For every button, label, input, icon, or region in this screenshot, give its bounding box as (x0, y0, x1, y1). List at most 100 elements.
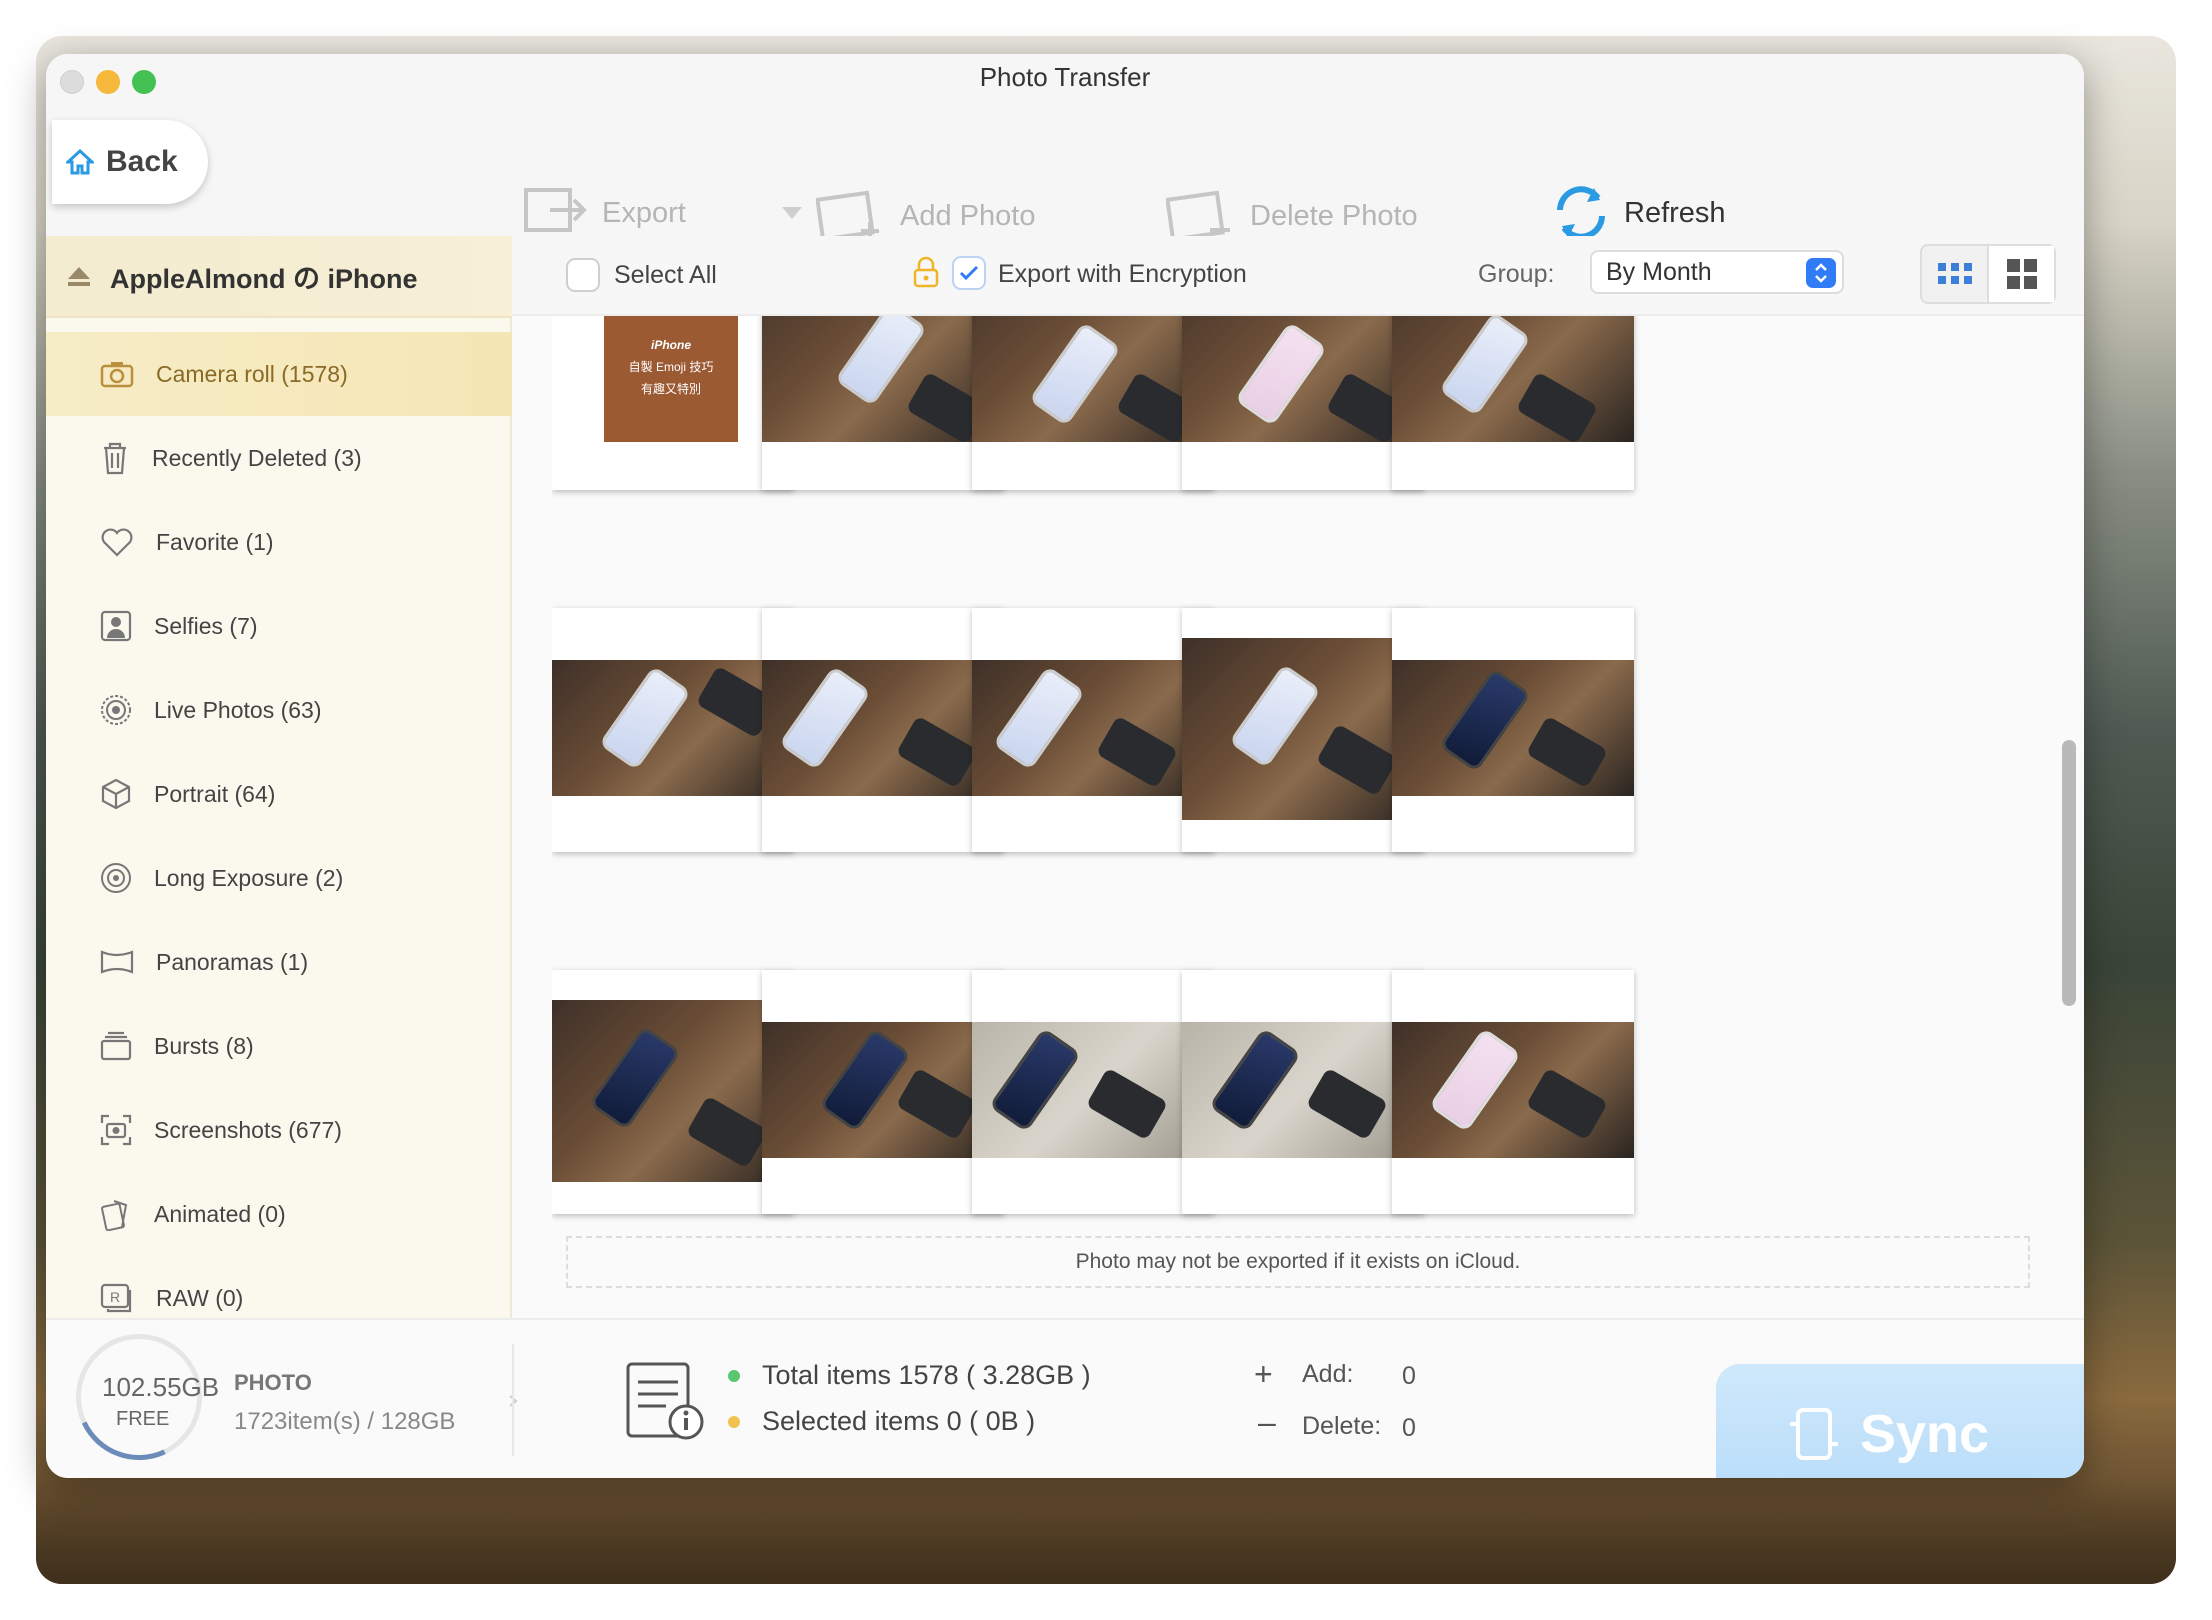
sidebar-item-live-photos[interactable]: Live Photos (63) (46, 668, 512, 752)
screenshot-icon (100, 1114, 132, 1146)
photo-thumbnail[interactable] (762, 970, 1004, 1214)
cover-subtitle: 自製 Emoji 技巧 (628, 360, 714, 374)
cover-title: iPhone (650, 338, 691, 352)
bursts-icon (100, 1031, 132, 1061)
cover-caption: 有趣又特別 (640, 382, 701, 396)
minus-icon: – (1258, 1404, 1276, 1440)
storage-detail: 1723item(s) / 128GB (234, 1408, 456, 1435)
view-toggle (1920, 244, 2056, 304)
sidebar-item-selfies[interactable]: Selfies (7) (46, 584, 512, 668)
export-encryption-checkbox[interactable] (952, 256, 986, 290)
sidebar-item-long-exposure[interactable]: Long Exposure (2) (46, 836, 512, 920)
sidebar-item-label: Live Photos (63) (154, 696, 322, 723)
sync-label: Sync (1860, 1404, 1990, 1464)
sidebar-item-label: Long Exposure (2) (154, 864, 344, 891)
device-header[interactable]: AppleAlmond の iPhone (46, 236, 512, 318)
add-photo-label: Add Photo (900, 199, 1036, 232)
sidebar-item-label: Recently Deleted (3) (152, 444, 362, 471)
add-label: Add: (1302, 1360, 1354, 1388)
photo-thumbnail[interactable] (1392, 316, 1634, 490)
free-space-label: FREE (116, 1408, 170, 1430)
selected-dot-icon (728, 1416, 740, 1428)
plus-icon: + (1254, 1356, 1273, 1392)
info-document-icon (626, 1362, 704, 1440)
total-items: Total items 1578 ( 3.28GB ) (762, 1360, 1091, 1390)
photo-thumbnail[interactable] (1392, 970, 1634, 1214)
long-exposure-icon (101, 863, 131, 893)
photo-grid: iPhone 自製 Emoji 技巧 有趣又特別 (552, 316, 2022, 1234)
delete-label: Delete: (1302, 1412, 1382, 1440)
sidebar-item-animated[interactable]: Animated (0) (46, 1172, 512, 1256)
photo-thumbnail[interactable] (552, 608, 794, 852)
control-bar: Select All Export with Encryption Group:… (512, 236, 2084, 316)
lock-icon (913, 256, 939, 288)
photo-thumbnail[interactable] (1392, 608, 1634, 852)
window-title: Photo Transfer (979, 62, 1151, 92)
select-all-label: Select All (614, 261, 717, 289)
photo-thumbnail[interactable] (552, 970, 794, 1214)
photo-transfer-window: Photo Transfer Export Add Photo Delete P… (46, 54, 2084, 1478)
sidebar-item-label: RAW (0) (156, 1284, 244, 1311)
group-select-value: By Month (1606, 258, 1712, 286)
photo-thumbnail[interactable] (972, 970, 1214, 1214)
photo-area: Select All Export with Encryption Group:… (512, 236, 2084, 1331)
free-space-value: 102.55GB (102, 1372, 220, 1402)
back-button[interactable]: Back (52, 120, 208, 204)
heart-icon (101, 528, 133, 557)
sidebar-item-label: Screenshots (677) (154, 1116, 342, 1143)
photo-thumbnail[interactable] (762, 608, 1004, 852)
scrollbar[interactable] (2062, 740, 2076, 1006)
refresh-button[interactable]: Refresh (1552, 184, 1726, 242)
sidebar-item-label: Camera roll (1578) (156, 360, 348, 387)
stepper-icon (1806, 258, 1836, 288)
panorama-icon (100, 950, 134, 974)
eject-icon[interactable] (66, 265, 92, 287)
sidebar-item-portrait[interactable]: Portrait (64) (46, 752, 512, 836)
sidebar-item-label: Selfies (7) (154, 612, 258, 639)
group-select[interactable]: By Month (1590, 250, 1844, 294)
title-bar: Photo Transfer (46, 54, 2084, 142)
sidebar-item-label: Portrait (64) (154, 780, 276, 807)
sidebar-item-bursts[interactable]: Bursts (8) (46, 1004, 512, 1088)
checkmark-icon (959, 265, 979, 281)
export-icon (524, 188, 587, 232)
delete-photo-label: Delete Photo (1250, 199, 1418, 232)
photo-thumbnail[interactable] (972, 316, 1214, 490)
sidebar-item-favorite[interactable]: Favorite (1) (46, 500, 512, 584)
icloud-notice: Photo may not be exported if it exists o… (566, 1236, 2030, 1288)
sidebar-item-screenshots[interactable]: Screenshots (677) (46, 1088, 512, 1172)
emoji-tip-cover: iPhone 自製 Emoji 技巧 有趣又特別 (604, 316, 738, 442)
photo-thumbnail[interactable] (972, 608, 1214, 852)
photo-thumbnail[interactable]: iPhone 自製 Emoji 技巧 有趣又特別 (552, 316, 794, 490)
selected-items: Selected items 0 ( 0B ) (762, 1406, 1036, 1436)
raw-icon: R (100, 1283, 132, 1313)
trash-icon (104, 442, 126, 475)
animated-icon (101, 1200, 128, 1231)
export-button[interactable]: Export (522, 186, 804, 240)
live-photo-icon (101, 695, 131, 725)
export-label: Export (602, 196, 686, 229)
sidebar-item-label: Animated (0) (154, 1200, 286, 1227)
refresh-icon (1557, 186, 1605, 240)
sidebar-item-panoramas[interactable]: Panoramas (1) (46, 920, 512, 1004)
photo-thumbnail[interactable] (1182, 316, 1424, 490)
delete-value: 0 (1402, 1414, 1416, 1442)
sidebar: AppleAlmond の iPhone Camera roll (1578) … (46, 236, 512, 1331)
select-all-checkbox[interactable] (566, 258, 600, 292)
group-label: Group: (1478, 260, 1555, 288)
small-grid-view-button[interactable] (1922, 246, 1987, 302)
photo-thumbnail[interactable] (1182, 608, 1424, 852)
back-label: Back (106, 145, 178, 178)
sidebar-item-label: Bursts (8) (154, 1032, 254, 1059)
sidebar-item-recently-deleted[interactable]: Recently Deleted (3) (46, 416, 512, 500)
svg-text:R: R (110, 1289, 120, 1305)
device-name: AppleAlmond の iPhone (110, 263, 418, 294)
sidebar-item-camera-roll[interactable]: Camera roll (1578) (46, 332, 512, 416)
chevron-down-icon[interactable] (780, 205, 804, 221)
add-value: 0 (1402, 1362, 1416, 1390)
sync-button[interactable]: Sync (1716, 1364, 2084, 1478)
photo-thumbnail[interactable] (762, 316, 1004, 490)
home-icon (66, 149, 94, 175)
photo-thumbnail[interactable] (1182, 970, 1424, 1214)
large-grid-view-button[interactable] (1987, 246, 2054, 302)
